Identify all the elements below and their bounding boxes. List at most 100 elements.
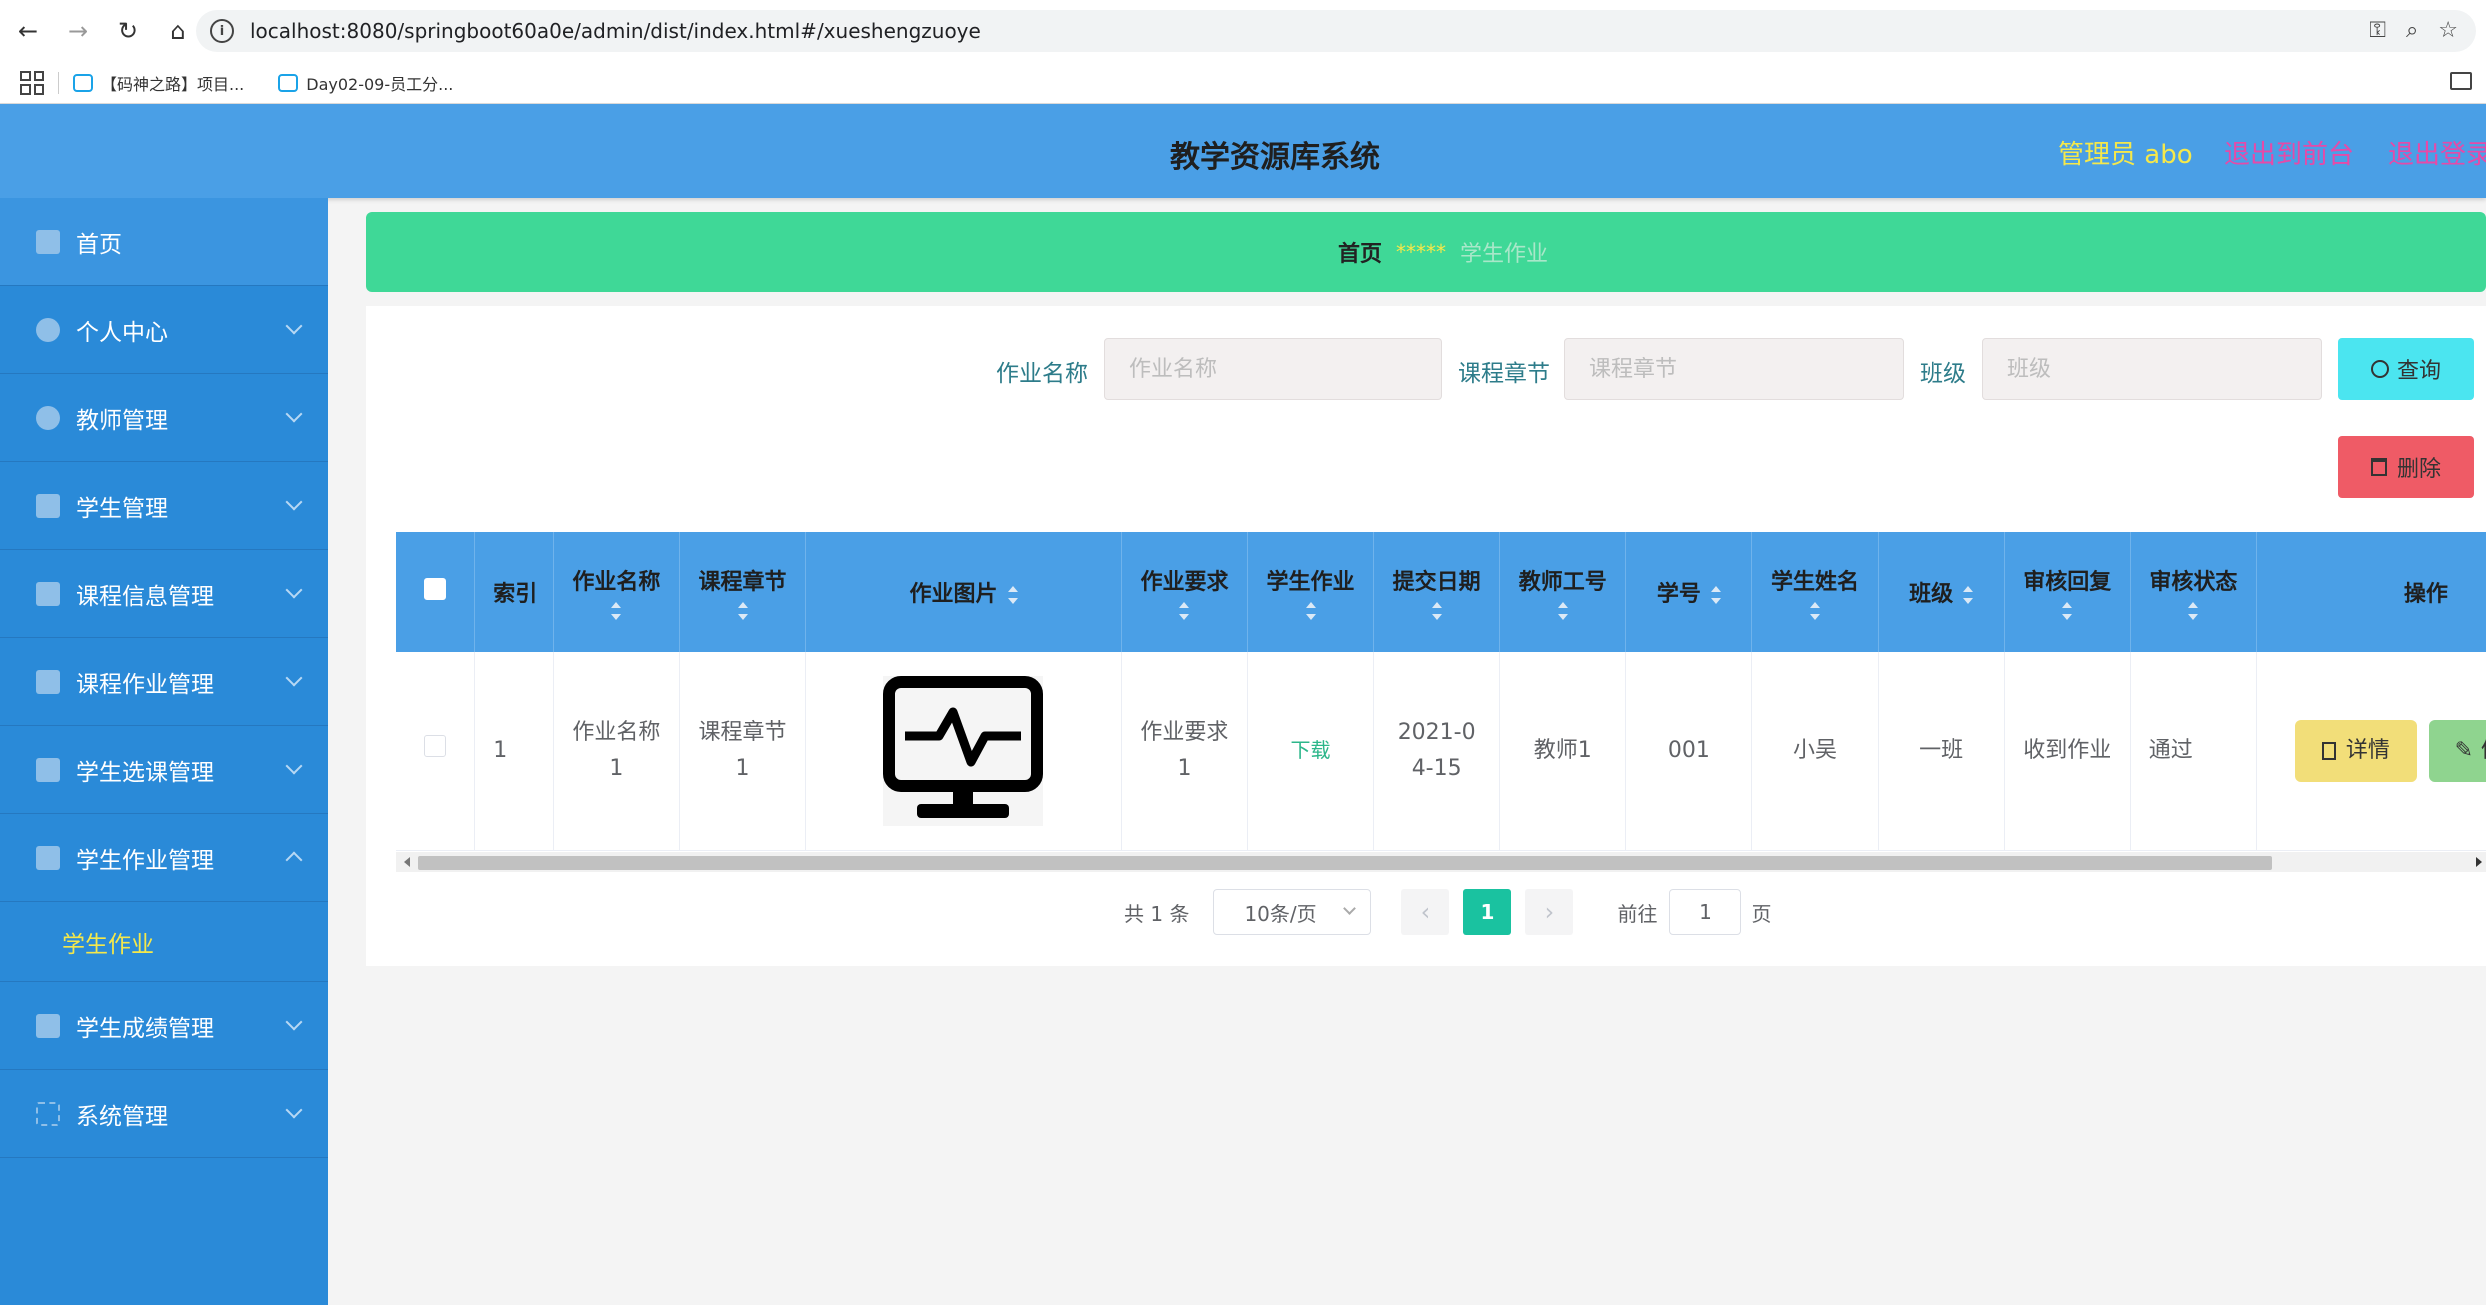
sort-icon[interactable] bbox=[1305, 602, 1316, 620]
col-header-student-name[interactable]: 学生姓名 bbox=[1751, 532, 1879, 652]
monitor-heartbeat-icon[interactable] bbox=[883, 675, 1044, 826]
chapter-input[interactable] bbox=[1564, 338, 1904, 400]
sort-icon[interactable] bbox=[1557, 602, 1568, 620]
cell-chapter: 课程章节1 bbox=[679, 652, 807, 851]
admin-name: 管理员 abo bbox=[2058, 140, 2193, 170]
prev-page-button[interactable]: ‹ bbox=[1401, 889, 1450, 935]
cell-image bbox=[805, 652, 1122, 851]
homework-name-input[interactable] bbox=[1104, 338, 1442, 400]
scroll-right-icon[interactable] bbox=[2476, 857, 2482, 867]
bookmark-item[interactable]: 【码神之路】项目... bbox=[73, 71, 244, 95]
homework-name-label: 作业名称 bbox=[996, 361, 1088, 387]
col-header-status[interactable]: 审核状态 bbox=[2130, 532, 2257, 652]
key-icon[interactable]: ⚿ bbox=[2369, 18, 2386, 43]
home-icon[interactable]: ⌂ bbox=[156, 9, 200, 53]
sidebar-item-course-homework[interactable]: 课程作业管理 bbox=[0, 638, 328, 726]
sidebar-item-teachers[interactable]: 教师管理 bbox=[0, 374, 328, 462]
back-arrow-icon[interactable]: ← bbox=[6, 9, 50, 53]
cell-reply: 收到作业 bbox=[2004, 652, 2131, 851]
sidebar-item-student-homework[interactable]: 学生作业管理 bbox=[0, 814, 328, 902]
address-bar[interactable]: i localhost:8080/springboot60a0e/admin/d… bbox=[196, 10, 2476, 52]
chevron-down-icon bbox=[285, 317, 303, 335]
url-text[interactable]: localhost:8080/springboot60a0e/admin/dis… bbox=[250, 19, 981, 43]
goto-page-input[interactable] bbox=[1669, 889, 1742, 935]
sort-icon[interactable] bbox=[2188, 602, 2199, 620]
sort-icon[interactable] bbox=[2062, 602, 2073, 620]
col-header-student-no[interactable]: 学号 bbox=[1625, 532, 1753, 652]
cell-name: 作业名称1 bbox=[553, 652, 680, 851]
delete-button[interactable]: 删除 bbox=[2338, 436, 2474, 498]
cell-student-no: 001 bbox=[1625, 652, 1753, 851]
sort-icon[interactable] bbox=[611, 602, 622, 620]
sort-icon[interactable] bbox=[737, 602, 748, 620]
sort-icon[interactable] bbox=[1179, 602, 1190, 620]
next-page-button[interactable]: › bbox=[1525, 889, 1574, 935]
col-header-chapter[interactable]: 课程章节 bbox=[679, 532, 807, 652]
list-icon bbox=[36, 1013, 60, 1038]
sidebar-item-personal[interactable]: 个人中心 bbox=[0, 286, 328, 374]
sort-icon[interactable] bbox=[1963, 586, 1974, 604]
folder-icon[interactable] bbox=[2450, 72, 2472, 90]
submenu-item-student-homework[interactable]: 学生作业 bbox=[0, 902, 328, 982]
bilibili-icon bbox=[73, 73, 93, 92]
edit-button[interactable]: ✎修改 bbox=[2428, 719, 2486, 782]
col-header-name[interactable]: 作业名称 bbox=[553, 532, 680, 652]
download-link[interactable]: 下载 bbox=[1291, 738, 1331, 762]
col-header-requirement[interactable]: 作业要求 bbox=[1121, 532, 1249, 652]
edit-pen-icon: ✎ bbox=[2454, 737, 2474, 763]
chevron-down-icon bbox=[285, 405, 303, 423]
col-header-image[interactable]: 作业图片 bbox=[805, 532, 1122, 652]
forward-arrow-icon[interactable]: → bbox=[56, 9, 100, 53]
cell-student-work: 下载 bbox=[1247, 652, 1375, 851]
site-info-icon[interactable]: i bbox=[210, 19, 234, 43]
detail-button[interactable]: 详情 bbox=[2294, 719, 2417, 782]
sidebar-item-system[interactable]: 系统管理 bbox=[0, 1070, 328, 1158]
col-header-date[interactable]: 提交日期 bbox=[1373, 532, 1501, 652]
sort-icon[interactable] bbox=[1710, 586, 1721, 604]
search-icon bbox=[2370, 360, 2389, 378]
class-input[interactable] bbox=[1982, 338, 2322, 400]
zoom-icon[interactable]: ⌕ bbox=[2406, 18, 2418, 43]
row-checkbox[interactable] bbox=[424, 734, 447, 757]
goto-suffix: 页 bbox=[1751, 901, 1772, 926]
sidebar-item-students[interactable]: 学生管理 bbox=[0, 462, 328, 550]
scroll-left-icon[interactable] bbox=[404, 857, 410, 867]
back-to-front-link[interactable]: 退出到前台 bbox=[2224, 134, 2354, 171]
sidebar-item-course-selection[interactable]: 学生选课管理 bbox=[0, 726, 328, 814]
star-icon[interactable]: ☆ bbox=[2438, 18, 2458, 43]
sort-icon[interactable] bbox=[1431, 602, 1442, 620]
sort-icon[interactable] bbox=[1809, 602, 1820, 620]
breadcrumb-current: 学生作业 bbox=[1460, 242, 1549, 267]
col-header-reply[interactable]: 审核回复 bbox=[2004, 532, 2131, 652]
select-all-checkbox[interactable] bbox=[424, 578, 447, 600]
apps-grid-icon[interactable] bbox=[20, 70, 44, 95]
document-icon bbox=[2321, 741, 2336, 760]
page-size-select[interactable]: 10条/页 bbox=[1213, 889, 1372, 935]
cell-actions: 详情✎修改 bbox=[2256, 652, 2486, 851]
select-all-cell bbox=[396, 532, 476, 652]
bookmark-item[interactable]: Day02-09-员工分... bbox=[278, 71, 453, 95]
query-button[interactable]: 查询 bbox=[2338, 338, 2474, 400]
cell-status: 通过 bbox=[2130, 652, 2257, 851]
book-icon bbox=[36, 493, 60, 518]
col-header-teacher-id[interactable]: 教师工号 bbox=[1499, 532, 1627, 652]
cell-index: 1 bbox=[474, 652, 554, 851]
browser-toolbar: ← → ↻ ⌂ i localhost:8080/springboot60a0e… bbox=[0, 0, 2486, 62]
sidebar-item-home[interactable]: 首页 bbox=[0, 198, 328, 286]
breadcrumb-separator: ***** bbox=[1396, 240, 1447, 264]
page-number-button[interactable]: 1 bbox=[1463, 889, 1512, 935]
chevron-down-icon bbox=[285, 1013, 303, 1031]
scrollbar-thumb[interactable] bbox=[418, 856, 2272, 870]
table-header-row: 索引 作业名称 课程章节 作业图片 作业要求 学生作业 提交日期 教师工号 学号… bbox=[396, 532, 2486, 652]
ticket-icon bbox=[36, 669, 60, 694]
reload-icon[interactable]: ↻ bbox=[106, 9, 150, 53]
horizontal-scrollbar[interactable] bbox=[396, 852, 2486, 872]
col-header-class[interactable]: 班级 bbox=[1878, 532, 2005, 652]
sidebar-item-grades[interactable]: 学生成绩管理 bbox=[0, 982, 328, 1070]
logout-link[interactable]: 退出登录 bbox=[2388, 134, 2486, 171]
pagination: 共 1 条 10条/页 ‹ 1 › 前往 页 bbox=[1124, 888, 1771, 936]
sort-icon[interactable] bbox=[1007, 586, 1018, 604]
breadcrumb-home[interactable]: 首页 bbox=[1338, 236, 1382, 268]
sidebar-item-course-info[interactable]: 课程信息管理 bbox=[0, 550, 328, 638]
col-header-student-work[interactable]: 学生作业 bbox=[1247, 532, 1375, 652]
